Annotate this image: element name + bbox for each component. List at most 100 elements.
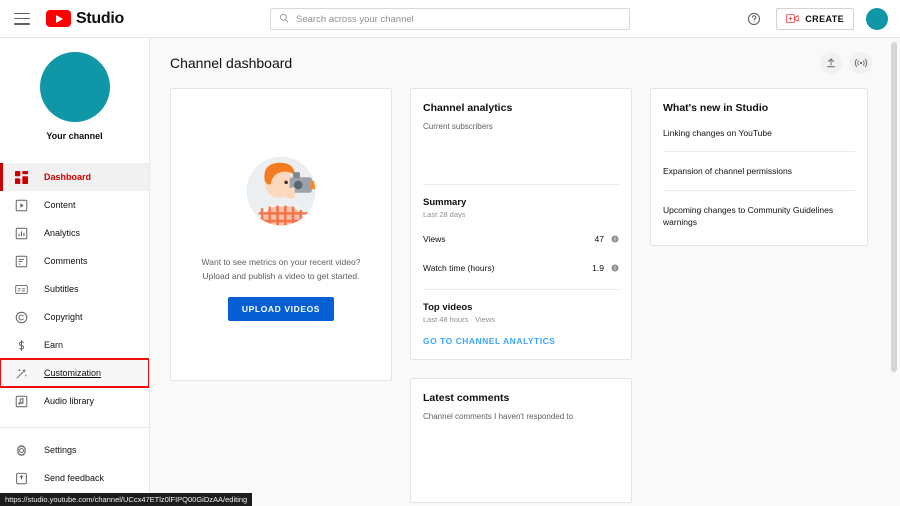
middle-column: Channel analytics Current subscribers Su… <box>410 88 632 503</box>
upload-prompt-card: Want to see metrics on your recent video… <box>170 88 392 381</box>
channel-name-label: Your channel <box>46 131 103 141</box>
card-divider <box>423 289 619 291</box>
left-column: Want to see metrics on your recent video… <box>170 88 392 381</box>
sidebar-item-label: Copyright <box>44 312 83 322</box>
dashboard-grid-icon <box>14 170 28 184</box>
sidebar-item-content[interactable]: Content <box>0 191 149 219</box>
subtitles-icon <box>14 282 28 296</box>
card-title: Latest comments <box>423 392 510 404</box>
sidebar-item-label: Analytics <box>44 228 81 238</box>
sidebar-item-label: Audio library <box>44 396 95 406</box>
magic-wand-icon <box>14 366 28 380</box>
summary-period: Last 28 days <box>423 210 466 220</box>
avatar[interactable] <box>866 8 888 30</box>
header-actions: CREATE <box>744 0 888 38</box>
news-item[interactable]: Expansion of channel permissions <box>663 152 855 189</box>
broadcast-live-icon[interactable] <box>850 52 872 74</box>
help-question-icon[interactable] <box>744 9 764 29</box>
sidebar-item-audio-library[interactable]: Audio library <box>0 387 149 415</box>
sidebar-item-send-feedback[interactable]: Send feedback <box>0 464 149 492</box>
upload-arrow-icon[interactable] <box>820 52 842 74</box>
sidebar-nav: Dashboard Content Analytics Comments Sub… <box>0 163 149 492</box>
comment-icon <box>14 254 28 268</box>
channel-analytics-card: Channel analytics Current subscribers Su… <box>410 88 632 360</box>
create-button-label: CREATE <box>805 14 844 24</box>
creator-with-camera-illustration <box>246 156 316 226</box>
gear-icon <box>14 443 28 457</box>
info-circle-icon[interactable] <box>611 259 619 277</box>
play-box-icon <box>14 198 28 212</box>
sidebar-item-label: Dashboard <box>44 172 92 182</box>
search-icon <box>279 10 289 28</box>
vertical-scrollbar[interactable] <box>891 42 897 372</box>
sidebar-item-earn[interactable]: Earn <box>0 331 149 359</box>
sidebar-divider <box>0 427 149 428</box>
youtube-studio-window: Studio Search across your channel CREATE… <box>0 0 900 506</box>
bar-chart-icon <box>14 226 28 240</box>
upload-text-line1: Want to see metrics on your recent video… <box>201 257 361 268</box>
search-input[interactable] <box>296 13 621 25</box>
dashboard-cards: Want to see metrics on your recent video… <box>150 74 900 503</box>
metric-label: Watch time (hours) <box>423 263 495 274</box>
top-videos-subtitle: Last 48 hours · Views <box>423 315 495 325</box>
summary-title: Summary <box>423 197 467 209</box>
copyright-icon <box>14 310 28 324</box>
sidebar-item-copyright[interactable]: Copyright <box>0 303 149 331</box>
upload-prompt-text: Want to see metrics on your recent video… <box>202 256 361 282</box>
top-header: Studio Search across your channel CREATE <box>0 0 900 38</box>
search-bar[interactable] <box>270 8 630 30</box>
sidebar-item-label: Subtitles <box>44 284 79 294</box>
channel-block: Your channel <box>0 38 149 151</box>
music-note-box-icon <box>14 394 28 408</box>
video-camera-plus-icon <box>786 13 799 26</box>
go-to-channel-analytics-link[interactable]: GO TO CHANNEL ANALYTICS <box>423 324 619 359</box>
upload-text-line2: Upload and publish a video to get starte… <box>202 270 360 281</box>
sidebar-item-label: Settings <box>44 445 77 455</box>
metric-value: 1.9 <box>592 263 604 274</box>
comments-subtitle: Channel comments I haven't responded to <box>423 412 574 421</box>
main-content: Channel dashboard Want to see metrics on… <box>150 38 900 506</box>
sidebar-item-customization[interactable]: Customization <box>0 358 149 388</box>
metric-value: 47 <box>594 234 604 245</box>
card-title: Channel analytics <box>423 102 513 114</box>
sidebar: Your channel Dashboard Content Analytics… <box>0 38 150 506</box>
top-videos-title: Top videos <box>423 302 473 314</box>
sidebar-item-settings[interactable]: Settings <box>0 436 149 464</box>
sidebar-item-label: Customization <box>44 368 102 378</box>
card-title: What's new in Studio <box>663 102 769 114</box>
sidebar-item-label: Earn <box>44 340 64 350</box>
metric-right: 1.9 <box>592 259 619 277</box>
feedback-icon <box>14 471 28 485</box>
upload-videos-button[interactable]: UPLOAD VIDEOS <box>227 296 335 321</box>
header-action-buttons <box>820 52 872 74</box>
metric-row: Views 47 <box>423 230 619 248</box>
sidebar-item-label: Send feedback <box>44 473 105 483</box>
sidebar-item-subtitles[interactable]: Subtitles <box>0 275 149 303</box>
sidebar-item-label: Content <box>44 200 76 210</box>
sidebar-item-analytics[interactable]: Analytics <box>0 219 149 247</box>
card-divider <box>423 184 619 186</box>
whats-new-card: What's new in Studio Linking changes on … <box>650 88 868 247</box>
channel-avatar[interactable] <box>39 52 110 122</box>
dollar-sign-icon <box>14 338 28 352</box>
right-column: What's new in Studio Linking changes on … <box>650 88 868 247</box>
latest-comments-card: Latest comments Channel comments I haven… <box>410 378 632 503</box>
metric-right: 47 <box>595 230 619 248</box>
current-subscribers-label: Current subscribers <box>423 122 493 131</box>
brand-label: Studio <box>76 9 124 27</box>
sidebar-item-dashboard[interactable]: Dashboard <box>0 163 149 191</box>
news-item[interactable]: Linking changes on YouTube <box>663 114 855 151</box>
status-bar-url: https://studio.youtube.com/channel/UCcx4… <box>0 493 253 506</box>
main-header: Channel dashboard <box>150 38 900 74</box>
studio-brand-logo[interactable]: Studio <box>46 10 124 28</box>
youtube-logo-icon <box>46 10 71 27</box>
hamburger-menu-icon[interactable] <box>14 12 30 25</box>
sidebar-item-label: Comments <box>44 256 88 266</box>
info-circle-icon[interactable] <box>611 230 619 248</box>
create-button[interactable]: CREATE <box>776 8 854 30</box>
page-title: Channel dashboard <box>170 55 293 71</box>
metric-label: Views <box>423 234 446 245</box>
news-item[interactable]: Upcoming changes to Community Guidelines… <box>663 191 855 233</box>
metric-row: Watch time (hours) 1.9 <box>423 259 619 277</box>
sidebar-item-comments[interactable]: Comments <box>0 247 149 275</box>
